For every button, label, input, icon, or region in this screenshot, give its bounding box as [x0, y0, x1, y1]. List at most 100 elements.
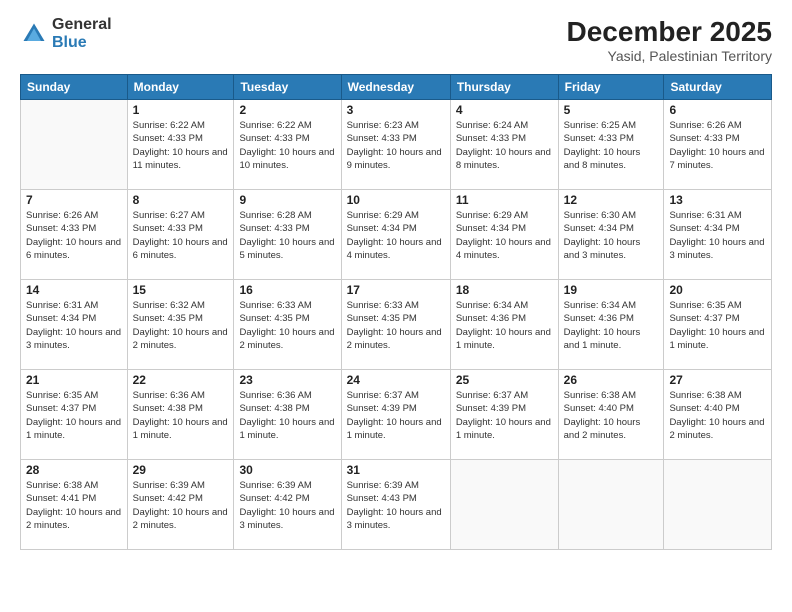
day-number: 3	[347, 103, 445, 117]
day-info: Sunrise: 6:33 AMSunset: 4:35 PMDaylight:…	[347, 299, 445, 352]
day-info: Sunrise: 6:24 AMSunset: 4:33 PMDaylight:…	[456, 119, 553, 172]
day-info: Sunrise: 6:36 AMSunset: 4:38 PMDaylight:…	[133, 389, 229, 442]
logo: General Blue	[20, 16, 112, 51]
day-info: Sunrise: 6:22 AMSunset: 4:33 PMDaylight:…	[239, 119, 335, 172]
day-number: 12	[564, 193, 659, 207]
day-cell: 21Sunrise: 6:35 AMSunset: 4:37 PMDayligh…	[21, 370, 128, 460]
day-info: Sunrise: 6:37 AMSunset: 4:39 PMDaylight:…	[347, 389, 445, 442]
day-number: 17	[347, 283, 445, 297]
main-title: December 2025	[567, 16, 772, 48]
day-number: 16	[239, 283, 335, 297]
col-thursday: Thursday	[450, 75, 558, 100]
day-cell: 10 Sunrise: 6:29 AMSunset: 4:34 PMDayligh…	[341, 190, 450, 280]
day-number: 24	[347, 373, 445, 387]
day-cell	[558, 460, 664, 550]
day-cell: 18 Sunrise: 6:34 AMSunset: 4:36 PMDayligh…	[450, 280, 558, 370]
day-info: Sunrise: 6:26 AMSunset: 4:33 PMDaylight:…	[26, 209, 122, 262]
day-cell	[664, 460, 772, 550]
day-info: Sunrise: 6:34 AMSunset: 4:36 PMDaylight:…	[456, 299, 553, 352]
day-info: Sunrise: 6:22 AMSunset: 4:33 PMDaylight:…	[133, 119, 229, 172]
day-number: 30	[239, 463, 335, 477]
col-sunday: Sunday	[21, 75, 128, 100]
day-cell: 7 Sunrise: 6:26 AMSunset: 4:33 PMDaylight…	[21, 190, 128, 280]
day-info: Sunrise: 6:33 AMSunset: 4:35 PMDaylight:…	[239, 299, 335, 352]
day-number: 18	[456, 283, 553, 297]
day-cell: 29Sunrise: 6:39 AMSunset: 4:42 PMDayligh…	[127, 460, 234, 550]
day-cell: 15Sunrise: 6:32 AMSunset: 4:35 PMDayligh…	[127, 280, 234, 370]
page: General Blue December 2025 Yasid, Palest…	[0, 0, 792, 612]
day-info: Sunrise: 6:36 AMSunset: 4:38 PMDaylight:…	[239, 389, 335, 442]
logo-icon	[20, 20, 48, 48]
day-cell: 30Sunrise: 6:39 AMSunset: 4:42 PMDayligh…	[234, 460, 341, 550]
day-cell: 26Sunrise: 6:38 AMSunset: 4:40 PMDayligh…	[558, 370, 664, 460]
week-row-4: 28 Sunrise: 6:38 AMSunset: 4:41 PMDayligh…	[21, 460, 772, 550]
day-cell: 8 Sunrise: 6:27 AMSunset: 4:33 PMDaylight…	[127, 190, 234, 280]
week-row-0: 1Sunrise: 6:22 AMSunset: 4:33 PMDaylight…	[21, 100, 772, 190]
col-monday: Monday	[127, 75, 234, 100]
day-info: Sunrise: 6:31 AMSunset: 4:34 PMDaylight:…	[669, 209, 766, 262]
day-cell: 22 Sunrise: 6:36 AMSunset: 4:38 PMDayligh…	[127, 370, 234, 460]
day-cell: 17 Sunrise: 6:33 AMSunset: 4:35 PMDayligh…	[341, 280, 450, 370]
day-info: Sunrise: 6:38 AMSunset: 4:41 PMDaylight:…	[26, 479, 122, 532]
day-cell: 31Sunrise: 6:39 AMSunset: 4:43 PMDayligh…	[341, 460, 450, 550]
day-cell: 3 Sunrise: 6:23 AMSunset: 4:33 PMDaylight…	[341, 100, 450, 190]
day-info: Sunrise: 6:30 AMSunset: 4:34 PMDaylight:…	[564, 209, 659, 262]
day-cell: 19 Sunrise: 6:34 AMSunset: 4:36 PMDayligh…	[558, 280, 664, 370]
day-info: Sunrise: 6:39 AMSunset: 4:42 PMDaylight:…	[133, 479, 229, 532]
day-info: Sunrise: 6:37 AMSunset: 4:39 PMDaylight:…	[456, 389, 553, 442]
day-cell: 23Sunrise: 6:36 AMSunset: 4:38 PMDayligh…	[234, 370, 341, 460]
day-cell: 13Sunrise: 6:31 AMSunset: 4:34 PMDayligh…	[664, 190, 772, 280]
day-cell	[21, 100, 128, 190]
header: General Blue December 2025 Yasid, Palest…	[20, 16, 772, 64]
day-info: Sunrise: 6:26 AMSunset: 4:33 PMDaylight:…	[669, 119, 766, 172]
title-block: December 2025 Yasid, Palestinian Territo…	[567, 16, 772, 64]
day-number: 28	[26, 463, 122, 477]
day-cell: 11 Sunrise: 6:29 AMSunset: 4:34 PMDayligh…	[450, 190, 558, 280]
day-number: 11	[456, 193, 553, 207]
day-info: Sunrise: 6:25 AMSunset: 4:33 PMDaylight:…	[564, 119, 659, 172]
day-number: 21	[26, 373, 122, 387]
day-info: Sunrise: 6:29 AMSunset: 4:34 PMDaylight:…	[456, 209, 553, 262]
day-number: 10	[347, 193, 445, 207]
day-cell: 14Sunrise: 6:31 AMSunset: 4:34 PMDayligh…	[21, 280, 128, 370]
day-number: 20	[669, 283, 766, 297]
subtitle: Yasid, Palestinian Territory	[567, 48, 772, 64]
col-tuesday: Tuesday	[234, 75, 341, 100]
day-number: 19	[564, 283, 659, 297]
day-cell: 1Sunrise: 6:22 AMSunset: 4:33 PMDaylight…	[127, 100, 234, 190]
day-cell: 20 Sunrise: 6:35 AMSunset: 4:37 PMDayligh…	[664, 280, 772, 370]
day-info: Sunrise: 6:28 AMSunset: 4:33 PMDaylight:…	[239, 209, 335, 262]
day-cell: 5Sunrise: 6:25 AMSunset: 4:33 PMDaylight…	[558, 100, 664, 190]
logo-general: General	[52, 16, 112, 34]
day-number: 4	[456, 103, 553, 117]
day-number: 27	[669, 373, 766, 387]
day-info: Sunrise: 6:38 AMSunset: 4:40 PMDaylight:…	[669, 389, 766, 442]
day-number: 6	[669, 103, 766, 117]
day-info: Sunrise: 6:38 AMSunset: 4:40 PMDaylight:…	[564, 389, 659, 442]
logo-blue: Blue	[52, 34, 112, 52]
day-cell: 2 Sunrise: 6:22 AMSunset: 4:33 PMDaylight…	[234, 100, 341, 190]
day-number: 7	[26, 193, 122, 207]
day-number: 2	[239, 103, 335, 117]
day-info: Sunrise: 6:23 AMSunset: 4:33 PMDaylight:…	[347, 119, 445, 172]
day-info: Sunrise: 6:29 AMSunset: 4:34 PMDaylight:…	[347, 209, 445, 262]
day-info: Sunrise: 6:34 AMSunset: 4:36 PMDaylight:…	[564, 299, 659, 352]
col-friday: Friday	[558, 75, 664, 100]
calendar: Sunday Monday Tuesday Wednesday Thursday…	[20, 74, 772, 550]
day-cell	[450, 460, 558, 550]
day-info: Sunrise: 6:35 AMSunset: 4:37 PMDaylight:…	[669, 299, 766, 352]
day-info: Sunrise: 6:39 AMSunset: 4:43 PMDaylight:…	[347, 479, 445, 532]
logo-text: General Blue	[52, 16, 112, 51]
day-number: 9	[239, 193, 335, 207]
day-info: Sunrise: 6:27 AMSunset: 4:33 PMDaylight:…	[133, 209, 229, 262]
col-saturday: Saturday	[664, 75, 772, 100]
week-row-1: 7 Sunrise: 6:26 AMSunset: 4:33 PMDaylight…	[21, 190, 772, 280]
day-number: 22	[133, 373, 229, 387]
day-number: 8	[133, 193, 229, 207]
day-cell: 4 Sunrise: 6:24 AMSunset: 4:33 PMDaylight…	[450, 100, 558, 190]
day-cell: 6 Sunrise: 6:26 AMSunset: 4:33 PMDaylight…	[664, 100, 772, 190]
day-number: 15	[133, 283, 229, 297]
day-number: 25	[456, 373, 553, 387]
day-cell: 16 Sunrise: 6:33 AMSunset: 4:35 PMDayligh…	[234, 280, 341, 370]
calendar-header: Sunday Monday Tuesday Wednesday Thursday…	[21, 75, 772, 100]
